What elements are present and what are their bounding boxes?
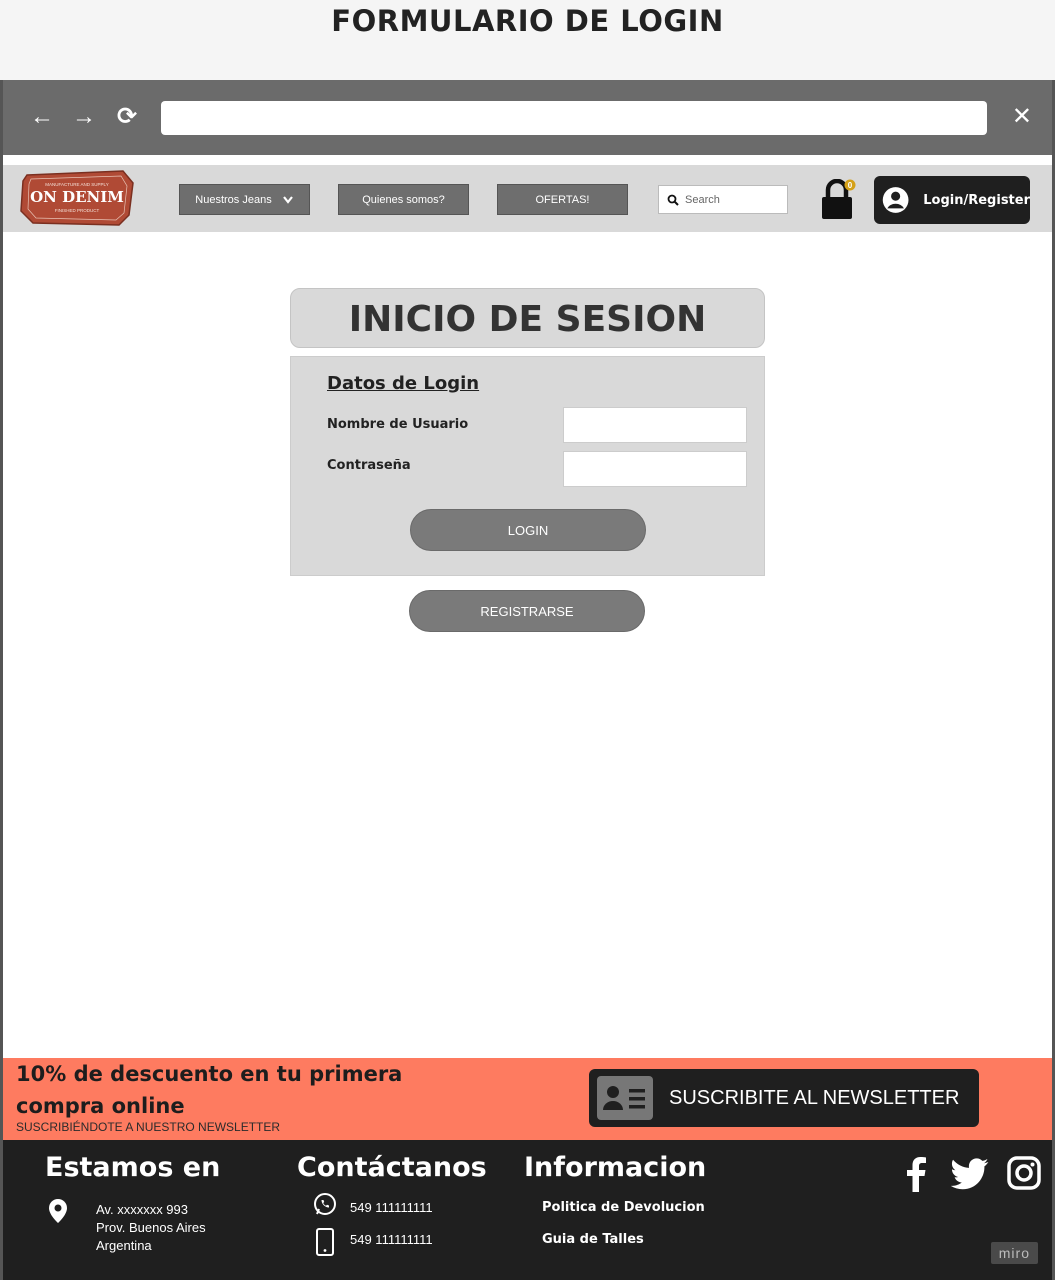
- miro-watermark: miro: [990, 1242, 1038, 1264]
- phone-number[interactable]: 549 111111111: [350, 1231, 433, 1249]
- address-line-3: Argentina: [96, 1238, 152, 1253]
- username-field[interactable]: [563, 407, 747, 443]
- reload-button[interactable]: ⟳: [112, 102, 142, 132]
- search-placeholder: Search: [685, 193, 720, 206]
- facebook-icon[interactable]: [905, 1156, 927, 1192]
- promo-banner: 10% de descuento en tu primera compra on…: [3, 1058, 1052, 1140]
- forward-button[interactable]: →: [69, 102, 99, 132]
- address-line-2: Prov. Buenos Aires: [96, 1220, 206, 1235]
- site-header: MANUFACTURE AND SUPPLY ON DENIM FINISHED…: [3, 165, 1052, 232]
- newsletter-button-label: SUSCRIBITE AL NEWSLETTER: [669, 1086, 960, 1109]
- whatsapp-number[interactable]: 549 111111111: [350, 1199, 433, 1217]
- password-field[interactable]: [563, 451, 747, 487]
- whatsapp-icon[interactable]: [313, 1192, 337, 1216]
- cart-count-badge: 0: [848, 181, 853, 190]
- instagram-icon[interactable]: [1007, 1156, 1041, 1190]
- address-line-1: Av. xxxxxxx 993: [96, 1202, 188, 1217]
- nav-nuestros-jeans-label: Nuestros Jeans: [195, 193, 272, 206]
- chevron-down-icon: [282, 195, 293, 204]
- map-pin-icon: [49, 1199, 67, 1223]
- newsletter-subscribe-button[interactable]: SUSCRIBITE AL NEWSLETTER: [589, 1069, 979, 1127]
- footer-location-title: Estamos en: [45, 1152, 221, 1183]
- on-denim-logo[interactable]: MANUFACTURE AND SUPPLY ON DENIM FINISHED…: [19, 169, 135, 227]
- search-input[interactable]: Search: [658, 185, 788, 214]
- footer-contact-title: Contáctanos: [297, 1152, 487, 1183]
- cart-lock-icon[interactable]: 0: [819, 179, 857, 221]
- site-footer: Estamos en Av. xxxxxxx 993 Prov. Buenos …: [3, 1140, 1052, 1280]
- login-register-button[interactable]: Login/Register: [874, 176, 1030, 224]
- form-section-heading: Datos de Login: [327, 373, 480, 394]
- footer-info-title: Informacion: [524, 1152, 707, 1183]
- nav-ofertas[interactable]: OFERTAS!: [497, 184, 628, 215]
- username-label: Nombre de Usuario: [327, 417, 469, 432]
- mobile-phone-icon: [316, 1228, 334, 1256]
- promo-subtext: SUSCRIBIÉNDOTE A NUESTRO NEWSLETTER: [16, 1120, 281, 1134]
- login-button[interactable]: LOGIN: [410, 509, 646, 551]
- twitter-icon[interactable]: [951, 1158, 989, 1190]
- login-register-label: Login/Register: [923, 192, 1030, 208]
- browser-toolbar: ← → ⟳ ✕: [3, 80, 1052, 155]
- svg-text:MANUFACTURE AND SUPPLY: MANUFACTURE AND SUPPLY: [45, 182, 108, 187]
- password-label: Contraseña: [327, 458, 411, 473]
- link-politica-devolucion[interactable]: Politica de Devolucion: [542, 1200, 705, 1215]
- nav-quienes-somos[interactable]: Quienes somos?: [338, 184, 469, 215]
- url-bar[interactable]: [161, 101, 987, 135]
- contact-card-icon: [597, 1076, 653, 1120]
- user-avatar-icon: [882, 187, 909, 213]
- login-form: Datos de Login Nombre de Usuario Contras…: [290, 356, 765, 576]
- browser-window: ← → ⟳ ✕ MANUFACTURE AND SUPPLY ON DENIM …: [0, 80, 1055, 1280]
- nav-nuestros-jeans[interactable]: Nuestros Jeans: [179, 184, 310, 215]
- register-button[interactable]: REGISTRARSE: [409, 590, 645, 632]
- svg-text:FINISHED PRODUCT: FINISHED PRODUCT: [55, 208, 100, 213]
- svg-text:ON DENIM: ON DENIM: [30, 188, 124, 206]
- page-title: FORMULARIO DE LOGIN: [331, 4, 724, 38]
- promo-headline: 10% de descuento en tu primera compra on…: [16, 1062, 403, 1118]
- close-button[interactable]: ✕: [1012, 102, 1032, 132]
- login-title: INICIO DE SESION: [290, 288, 765, 348]
- back-button[interactable]: ←: [27, 102, 57, 132]
- link-guia-talles[interactable]: Guia de Talles: [542, 1232, 644, 1247]
- search-icon: [667, 194, 679, 206]
